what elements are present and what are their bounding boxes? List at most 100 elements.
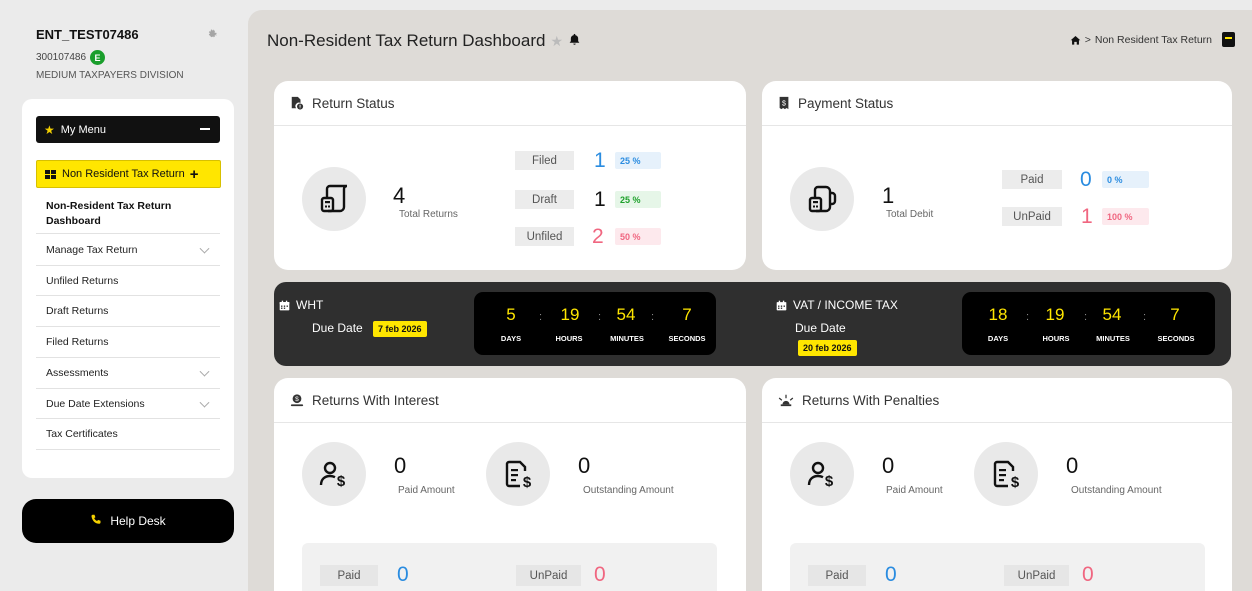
- timer-separator: :: [1084, 311, 1088, 323]
- interest-summary-box: Paid 0 UnPaid 0: [302, 543, 717, 591]
- bell-icon[interactable]: [568, 31, 581, 51]
- penalties-paid-amount-label: Paid Amount: [886, 485, 943, 496]
- collapse-icon[interactable]: [200, 128, 210, 130]
- interest-unpaid-value: 0: [594, 563, 606, 586]
- outstanding-amount-icon: $: [974, 442, 1038, 506]
- menu-item-tax-certificates[interactable]: Tax Certificates: [36, 419, 220, 450]
- menu-section-non-resident-tax-return[interactable]: Non Resident Tax Return +: [36, 160, 221, 188]
- return-status-header: Return Status: [274, 81, 746, 126]
- star-icon: ★: [44, 122, 55, 137]
- draft-value: 1: [594, 188, 606, 211]
- wht-header: WHT: [279, 298, 323, 312]
- total-debit-label: Total Debit: [886, 209, 934, 220]
- interest-outstanding-amount: 0: [578, 453, 591, 478]
- menu-item-label: Filed Returns: [46, 336, 109, 348]
- hours-label: HOURS: [555, 334, 583, 343]
- calendar-icon: [279, 300, 290, 310]
- plus-icon: +: [189, 165, 199, 183]
- unfiled-percent: 50 %: [615, 228, 661, 245]
- minutes-label: MINUTES: [1096, 334, 1130, 343]
- paid-label: Paid: [1002, 170, 1062, 189]
- favorite-star-icon[interactable]: ★: [550, 33, 563, 50]
- penalties-outstanding-amount-label: Outstanding Amount: [1071, 485, 1162, 496]
- sidebar: ENT_TEST07486 300107486 E MEDIUM TAXPAYE…: [0, 0, 248, 591]
- return-status-title: Return Status: [312, 95, 395, 111]
- page-title: Non-Resident Tax Return Dashboard ★: [267, 31, 581, 51]
- unfiled-label: Unfiled: [515, 227, 574, 246]
- interest-outstanding-amount-label: Outstanding Amount: [583, 485, 674, 496]
- help-desk-button[interactable]: Help Desk: [22, 499, 234, 543]
- vat-due-date: 20 feb 2026: [798, 340, 857, 356]
- vat-seconds: 7: [1170, 305, 1180, 324]
- menu-item-draft-returns[interactable]: Draft Returns: [36, 296, 220, 327]
- total-returns-label: Total Returns: [399, 209, 458, 220]
- menu-card: ★ My Menu Non Resident Tax Return + Non-…: [22, 99, 234, 478]
- penalties-unpaid-value: 0: [1082, 563, 1094, 586]
- wht-days: 5: [506, 305, 516, 324]
- draft-percent: 25 %: [615, 191, 661, 208]
- home-icon[interactable]: [1070, 35, 1081, 46]
- timer-separator: :: [651, 311, 655, 323]
- wht-countdown: 5 : 19 : 54 : 7 DAYS HOURS MINUTES SECON…: [474, 292, 716, 355]
- wht-due-date: 7 feb 2026: [373, 321, 427, 337]
- breadcrumb-current[interactable]: Non Resident Tax Return: [1095, 34, 1212, 46]
- penalties-paid-amount: 0: [882, 453, 895, 478]
- outstanding-amount-icon: $: [486, 442, 550, 506]
- my-menu-header[interactable]: ★ My Menu: [36, 116, 220, 143]
- invoice-icon: $: [779, 96, 789, 110]
- vat-hours: 19: [1045, 305, 1065, 324]
- seconds-label: SECONDS: [668, 334, 706, 343]
- manual-book-icon[interactable]: [1222, 32, 1235, 47]
- menu-item-dashboard[interactable]: Non-Resident Tax Return Dashboard: [36, 194, 220, 234]
- returns-penalties-title: Returns With Penalties: [802, 392, 940, 408]
- total-returns-icon: [302, 167, 366, 231]
- menu-item-label: Due Date Extensions: [46, 397, 145, 410]
- interest-paid-amount: 0: [394, 453, 407, 478]
- total-debit-icon: [790, 167, 854, 231]
- timer-separator: :: [1026, 311, 1030, 323]
- vat-label: VAT / INCOME TAX: [793, 298, 898, 312]
- menu-item-due-date-extensions[interactable]: Due Date Extensions: [36, 389, 220, 419]
- menu-item-label: Non-Resident Tax Return Dashboard: [46, 199, 172, 227]
- filed-value: 1: [594, 149, 606, 172]
- returns-interest-title: Returns With Interest: [312, 392, 439, 408]
- timer-separator: :: [598, 311, 602, 323]
- entity-division: MEDIUM TAXPAYERS DIVISION: [36, 70, 184, 81]
- interest-paid-amount-label: Paid Amount: [398, 485, 455, 496]
- unpaid-label: UnPaid: [1002, 207, 1062, 226]
- menu-item-unfiled-returns[interactable]: Unfiled Returns: [36, 266, 220, 296]
- payment-status-header: $ Payment Status: [762, 81, 1232, 126]
- interest-unpaid-label: UnPaid: [516, 565, 581, 586]
- chevron-down-icon: [199, 243, 210, 254]
- days-label: DAYS: [500, 334, 522, 343]
- gear-icon[interactable]: [206, 28, 219, 41]
- unfiled-value: 2: [592, 225, 604, 248]
- timer-separator: :: [1143, 311, 1147, 323]
- entity-info: ENT_TEST07486 300107486 E MEDIUM TAXPAYE…: [36, 27, 184, 81]
- menu-item-assessments[interactable]: Assessments: [36, 358, 220, 389]
- svg-text:$: $: [337, 473, 346, 490]
- penalties-paid-value: 0: [885, 563, 897, 586]
- total-debit-value: 1: [882, 183, 895, 208]
- svg-text:$: $: [295, 396, 299, 403]
- vat-header: VAT / INCOME TAX: [776, 298, 898, 312]
- main-content: Non-Resident Tax Return Dashboard ★ > No…: [248, 10, 1252, 591]
- menu-item-filed-returns[interactable]: Filed Returns: [36, 327, 220, 358]
- returns-penalties-card: Returns With Penalties $ 0 Paid Amount $…: [762, 378, 1232, 591]
- filed-label: Filed: [515, 151, 574, 170]
- entity-status-badge: E: [90, 50, 106, 65]
- vat-countdown: 18 : 19 : 54 : 7 DAYS HOURS MINUTES SECO…: [962, 292, 1215, 355]
- returns-interest-header: $ Returns With Interest: [274, 378, 746, 423]
- chevron-down-icon: [199, 397, 210, 408]
- penalties-outstanding-amount: 0: [1066, 453, 1079, 478]
- interest-paid-value: 0: [397, 563, 409, 586]
- unpaid-value: 1: [1081, 205, 1093, 228]
- payment-status-card: $ Payment Status 1 Total Debit Paid 0 0 …: [762, 81, 1232, 270]
- hours-label: HOURS: [1042, 334, 1070, 343]
- paid-amount-icon: $: [790, 442, 854, 506]
- menu-item-label: Draft Returns: [46, 305, 109, 317]
- breadcrumb-separator: >: [1084, 34, 1091, 46]
- unpaid-percent: 100 %: [1102, 208, 1149, 225]
- menu-item-manage-tax-return[interactable]: Manage Tax Return: [36, 235, 220, 266]
- menu-item-label: Manage Tax Return: [46, 244, 138, 256]
